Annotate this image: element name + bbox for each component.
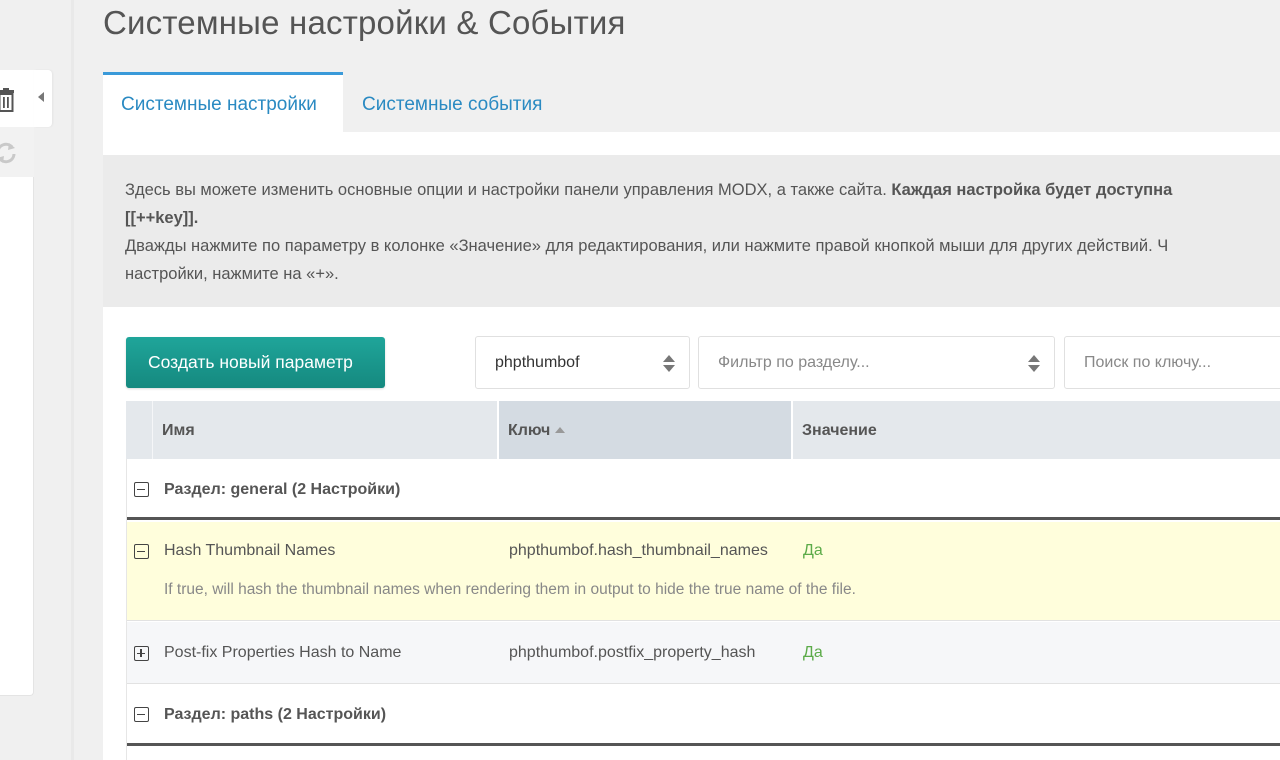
tab-system-settings[interactable]: Системные настройки [103,72,343,133]
tab-system-events[interactable]: Системные события [344,72,560,133]
collapse-sidebar-button[interactable] [34,70,52,127]
select-arrows-icon [1028,355,1040,373]
collapse-icon[interactable] [134,482,149,497]
description-hint: Дважды нажмите по параметру в колонке «З… [125,237,1169,255]
expand-icon[interactable] [134,646,149,661]
table-row[interactable]: Post-fix Properties Hash to Name phpthum… [127,622,1280,684]
column-header-key-label: Ключ [508,422,551,439]
setting-value[interactable]: Да [803,644,823,662]
column-header-key[interactable]: Ключ [499,401,793,459]
setting-key: phpthumbof.postfix_property_hash [509,644,756,661]
panel-description: Здесь вы можете изменить основные опции … [103,155,1280,307]
trash-icon[interactable] [0,88,16,117]
column-header-name-label: Имя [162,422,195,439]
collapse-icon[interactable] [134,544,149,559]
collapse-icon[interactable] [134,707,149,722]
area-filter-placeholder: Фильтр по разделу... [718,354,870,371]
select-arrows-icon [663,355,675,373]
setting-name: Hash Thumbnail Names [164,542,336,559]
setting-key: phpthumbof.hash_thumbnail_names [509,542,768,559]
settings-grid: Раздел: general (2 Настройки) Hash Thumb… [126,459,1280,760]
page-title: Системные настройки & События [103,4,626,41]
table-row[interactable]: Hash Thumbnail Names phpthumbof.hash_thu… [127,522,1280,621]
group-row-general[interactable]: Раздел: general (2 Настройки) [127,459,1280,520]
namespace-filter-select[interactable]: phpthumbof [475,336,690,389]
column-header-value[interactable]: Значение [793,401,1280,459]
setting-description: If true, will hash the thumbnail names w… [164,581,856,598]
column-header-value-label: Значение [802,422,877,439]
key-search-placeholder: Поиск по ключу... [1084,354,1212,371]
grid-header-expander [126,401,153,459]
namespace-filter-value: phpthumbof [495,354,580,371]
grid-header: Имя Ключ Значение [126,401,1280,459]
area-filter-select[interactable]: Фильтр по разделу... [698,336,1055,389]
key-search-input[interactable]: Поиск по ключу... [1064,336,1280,389]
layout-divider [71,0,74,760]
setting-value[interactable]: Да [803,542,823,560]
description-hint-end: настройки, нажмите на «+». [125,265,339,283]
group-label: Раздел: general (2 Настройки) [164,481,401,498]
setting-name: Post-fix Properties Hash to Name [164,644,402,661]
refresh-icon[interactable] [0,141,18,170]
description-text: Здесь вы можете изменить основные опции … [125,181,892,199]
group-row-paths[interactable]: Раздел: paths (2 Настройки) [127,684,1280,746]
description-bold: Каждая настройка будет доступна [891,181,1173,199]
chevron-left-icon [38,92,44,102]
column-header-name[interactable]: Имя [153,401,499,459]
sort-ascending-icon [555,427,566,433]
group-label: Раздел: paths (2 Настройки) [164,706,387,723]
description-key-tag: [[++key]]. [125,209,199,227]
create-setting-button[interactable]: Создать новый параметр [126,337,385,388]
